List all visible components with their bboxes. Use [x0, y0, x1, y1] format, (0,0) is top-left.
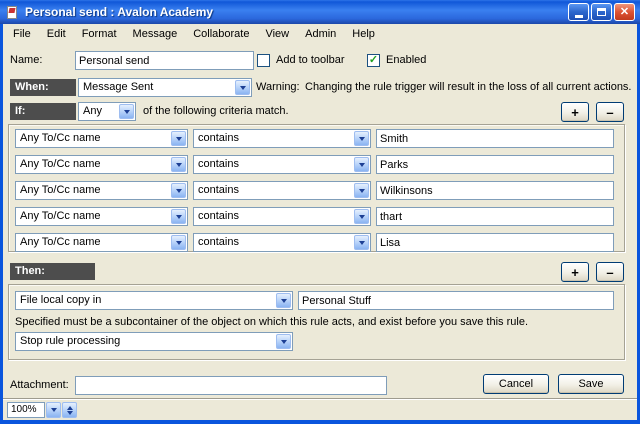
followup-action-select[interactable]: Stop rule processing: [15, 332, 293, 351]
warning-text: Changing the rule trigger will result in…: [305, 78, 632, 97]
criteria-op-select[interactable]: contains: [193, 129, 371, 148]
chevron-down-icon[interactable]: [171, 209, 186, 224]
chevron-down-icon[interactable]: [171, 157, 186, 172]
chevron-down-icon[interactable]: [276, 293, 291, 308]
add-to-toolbar-label: Add to toolbar: [276, 51, 345, 70]
action-target-input[interactable]: [298, 291, 614, 310]
menu-file[interactable]: File: [5, 25, 39, 43]
minimize-icon: [575, 15, 583, 18]
attachment-label: Attachment:: [10, 376, 69, 395]
actions-groupbox: File local copy in Specified must be a s…: [8, 284, 625, 360]
when-trigger-select[interactable]: Message Sent: [78, 78, 252, 97]
menu-view[interactable]: View: [257, 25, 297, 43]
spinner-down-icon[interactable]: [67, 411, 73, 415]
action-select[interactable]: File local copy in: [15, 291, 293, 310]
name-input[interactable]: [75, 51, 254, 70]
criteria-value-input[interactable]: [376, 207, 614, 226]
menu-admin[interactable]: Admin: [297, 25, 344, 43]
then-row: Then: + –: [3, 262, 637, 282]
chevron-down-icon[interactable]: [171, 131, 186, 146]
chevron-down-icon[interactable]: [354, 131, 369, 146]
chevron-down-icon[interactable]: [354, 209, 369, 224]
menu-help[interactable]: Help: [344, 25, 383, 43]
criteria-field-select[interactable]: Any To/Cc name: [15, 129, 188, 148]
then-label: Then:: [10, 263, 95, 280]
criteria-field-select[interactable]: Any To/Cc name: [15, 207, 188, 226]
criteria-field-select[interactable]: Any To/Cc name: [15, 155, 188, 174]
name-row: Name: Add to toolbar ✓ Enabled: [3, 51, 637, 70]
menu-format[interactable]: Format: [74, 25, 125, 43]
maximize-button[interactable]: [591, 3, 612, 21]
add-to-toolbar-checkbox[interactable]: [257, 54, 270, 67]
enabled-label: Enabled: [386, 51, 426, 70]
dialog-window: Personal send : Avalon Academy ✕ File Ed…: [0, 0, 640, 424]
titlebar: Personal send : Avalon Academy ✕: [0, 0, 640, 24]
chevron-down-icon[interactable]: [235, 80, 250, 95]
spinner-up-icon[interactable]: [67, 406, 73, 410]
attachment-row: Attachment: Cancel Save: [3, 374, 637, 395]
chevron-down-icon[interactable]: [276, 334, 291, 349]
chevron-down-icon[interactable]: [171, 183, 186, 198]
if-match-select[interactable]: Any: [78, 102, 136, 121]
if-label: If:: [10, 103, 76, 120]
criteria-op-select[interactable]: contains: [193, 181, 371, 200]
app-icon: [5, 5, 20, 20]
menu-collaborate[interactable]: Collaborate: [185, 25, 257, 43]
minimize-button[interactable]: [568, 3, 589, 21]
if-remove-criteria-button[interactable]: –: [596, 102, 624, 122]
menubar: File Edit Format Message Collaborate Vie…: [3, 24, 637, 43]
zoom-value[interactable]: 100%: [7, 402, 45, 418]
chevron-down-icon[interactable]: [119, 104, 134, 119]
criteria-value-input[interactable]: [376, 155, 614, 174]
when-row: When: Message Sent Warning: Changing the…: [3, 78, 637, 97]
criteria-op-select[interactable]: contains: [193, 155, 371, 174]
action-note: Specified must be a subcontainer of the …: [15, 313, 528, 332]
chevron-down-icon[interactable]: [354, 235, 369, 250]
name-label: Name:: [10, 51, 42, 70]
menu-message[interactable]: Message: [125, 25, 186, 43]
criteria-groupbox: Any To/Cc name contains Any To/Cc name c…: [8, 124, 625, 252]
window-title: Personal send : Avalon Academy: [25, 5, 568, 19]
client-area: File Edit Format Message Collaborate Vie…: [3, 24, 637, 420]
if-add-criteria-button[interactable]: +: [561, 102, 589, 122]
maximize-icon: [597, 8, 606, 16]
zoom-spinner[interactable]: [62, 402, 77, 418]
chevron-down-icon[interactable]: [354, 183, 369, 198]
criteria-value-input[interactable]: [376, 129, 614, 148]
chevron-down-icon[interactable]: [171, 235, 186, 250]
menu-edit[interactable]: Edit: [39, 25, 74, 43]
criteria-field-select[interactable]: Any To/Cc name: [15, 233, 188, 252]
then-add-action-button[interactable]: +: [561, 262, 589, 282]
zoom-chevron-down-icon[interactable]: [46, 402, 61, 418]
save-button[interactable]: Save: [558, 374, 624, 394]
close-icon: ✕: [620, 7, 629, 18]
criteria-value-input[interactable]: [376, 233, 614, 252]
criteria-field-select[interactable]: Any To/Cc name: [15, 181, 188, 200]
statusbar: 100%: [3, 400, 637, 420]
when-label: When:: [10, 79, 76, 96]
close-button[interactable]: ✕: [614, 3, 635, 21]
if-match-text: of the following criteria match.: [143, 102, 289, 121]
zoom-control[interactable]: 100%: [7, 402, 77, 418]
if-row: If: Any of the following criteria match.…: [3, 102, 637, 122]
criteria-op-select[interactable]: contains: [193, 233, 371, 252]
cancel-button[interactable]: Cancel: [483, 374, 549, 394]
warning-label: Warning:: [256, 78, 300, 97]
chevron-down-icon[interactable]: [354, 157, 369, 172]
enabled-checkbox[interactable]: ✓: [367, 54, 380, 67]
then-remove-action-button[interactable]: –: [596, 262, 624, 282]
criteria-op-select[interactable]: contains: [193, 207, 371, 226]
attachment-input[interactable]: [75, 376, 387, 395]
criteria-value-input[interactable]: [376, 181, 614, 200]
